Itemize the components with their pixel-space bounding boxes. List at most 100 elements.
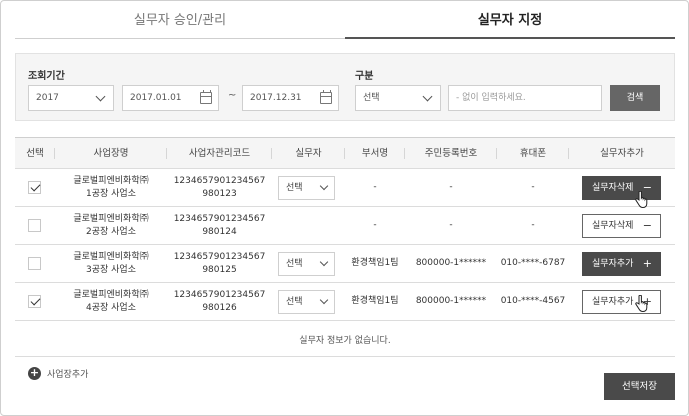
- code-sub: 980124: [202, 226, 237, 237]
- phone-cell: 010-****-4567: [500, 296, 566, 306]
- col-code: 사업자관리코드: [167, 138, 272, 169]
- site-branch: 2공장 사업소: [86, 226, 136, 237]
- site-name-cell: 글로벌피엔비화학㈜ 4공장 사업소: [55, 283, 167, 320]
- add-site-link[interactable]: + 사업장추가: [28, 366, 88, 380]
- category-select[interactable]: 선택: [355, 85, 441, 111]
- date-from-field[interactable]: 2017.01.01: [122, 85, 219, 111]
- site-name-cell: 글로벌피엔비화학㈜ 3공장 사업소: [55, 245, 167, 282]
- calendar-icon[interactable]: [320, 90, 332, 104]
- code-cell: 1234657901234567 980124: [167, 207, 272, 244]
- code-main: 1234657901234567: [173, 251, 266, 262]
- date-to-field[interactable]: 2017.12.31: [242, 85, 339, 111]
- code-sub: 980126: [202, 302, 237, 313]
- code-sub: 980123: [202, 188, 237, 199]
- tab-worker-assign[interactable]: 실무자 지정: [345, 1, 675, 39]
- site-branch: 4공장 사업소: [86, 302, 136, 313]
- code-main: 1234657901234567: [173, 289, 266, 300]
- dialog-frame: 실무자 승인/관리 실무자 지정 조회기간 2017 2017.01.01 ~ …: [0, 0, 689, 416]
- col-select: 선택: [15, 138, 55, 169]
- worker-select[interactable]: 선택: [278, 290, 335, 314]
- col-dept: 부서명: [345, 138, 405, 169]
- remove-worker-button[interactable]: 실무자삭제 −: [582, 176, 661, 200]
- chevron-down-icon: [422, 91, 433, 102]
- phone-cell: -: [531, 182, 535, 192]
- site-branch: 3공장 사업소: [86, 264, 136, 275]
- chevron-down-icon: [95, 91, 106, 102]
- row-checkbox[interactable]: [28, 295, 41, 308]
- keyword-placeholder: - 없이 입력하세요.: [456, 93, 526, 103]
- minus-icon: −: [642, 219, 652, 232]
- code-cell: 1234657901234567 980123: [167, 169, 272, 206]
- add-worker-button[interactable]: 실무자추가 +: [582, 252, 661, 276]
- save-selection-button[interactable]: 선택저장: [604, 373, 675, 400]
- dept-cell: -: [373, 220, 377, 230]
- worker-select-value: 선택: [286, 183, 303, 193]
- site-name: 글로벌피엔비화학㈜: [73, 289, 149, 300]
- dept-cell: -: [373, 182, 377, 192]
- action-label: 실무자추가: [592, 259, 634, 269]
- date-from-value: 2017.01.01: [130, 93, 182, 103]
- chevron-down-icon: [319, 181, 329, 191]
- rrn-cell: 800000-1******: [415, 296, 487, 306]
- row-checkbox[interactable]: [28, 257, 41, 270]
- date-to-value: 2017.12.31: [250, 93, 302, 103]
- chevron-down-icon: [319, 295, 329, 305]
- worker-select-value: 선택: [286, 259, 303, 269]
- dept-cell: 환경책임1팀: [351, 296, 399, 306]
- col-add-worker: 실무자추가: [600, 148, 644, 159]
- rrn-cell: -: [449, 220, 453, 230]
- category-value: 선택: [363, 93, 380, 103]
- calendar-icon[interactable]: [200, 90, 212, 104]
- table-row: 글로벌피엔비화학㈜ 1공장 사업소 1234657901234567 98012…: [15, 169, 675, 209]
- col-site-name: 사업장명: [55, 138, 167, 169]
- year-select[interactable]: 2017: [28, 85, 114, 111]
- rrn-cell: 800000-1******: [415, 258, 487, 268]
- phone-cell: -: [531, 220, 535, 230]
- table-row: 글로벌피엔비화학㈜ 4공장 사업소 1234657901234567 98012…: [15, 283, 675, 321]
- phone-cell: 010-****-6787: [500, 258, 566, 268]
- tab-worker-approval[interactable]: 실무자 승인/관리: [15, 1, 345, 39]
- chevron-down-icon: [319, 257, 329, 267]
- worker-select[interactable]: 선택: [278, 252, 335, 276]
- dept-cell: 환경책임1팀: [351, 258, 399, 268]
- site-name: 글로벌피엔비화학㈜: [73, 251, 149, 262]
- code-cell: 1234657901234567 980126: [167, 283, 272, 320]
- add-site-label: 사업장추가: [47, 369, 89, 380]
- site-branch: 1공장 사업소: [86, 188, 136, 199]
- worker-select[interactable]: 선택: [278, 176, 335, 200]
- site-name: 글로벌피엔비화학㈜: [73, 213, 149, 224]
- action-label: 실무자삭제: [592, 221, 634, 231]
- hand-cursor-icon: [635, 295, 648, 313]
- period-label: 조회기간: [28, 71, 65, 82]
- remove-worker-button[interactable]: 실무자삭제 −: [582, 214, 661, 238]
- date-separator: ~: [228, 90, 237, 101]
- rrn-cell: -: [449, 182, 453, 192]
- col-rrn: 주민등록번호: [405, 138, 497, 169]
- plus-icon: +: [642, 257, 652, 270]
- row-checkbox[interactable]: [28, 181, 41, 194]
- worker-select-value: 선택: [286, 297, 303, 307]
- site-name-cell: 글로벌피엔비화학㈜ 2공장 사업소: [55, 207, 167, 244]
- col-phone: 휴대폰: [497, 138, 569, 169]
- year-value: 2017: [36, 93, 59, 103]
- code-cell: 1234657901234567 980125: [167, 245, 272, 282]
- plus-circle-icon: +: [28, 365, 41, 380]
- keyword-input[interactable]: - 없이 입력하세요.: [448, 85, 602, 111]
- action-label: 실무자삭제: [592, 183, 634, 193]
- category-label: 구분: [355, 71, 374, 82]
- col-worker: 실무자: [272, 138, 345, 169]
- empty-message: 실무자 정보가 없습니다.: [299, 336, 391, 346]
- table-row: 글로벌피엔비화학㈜ 2공장 사업소 1234657901234567 98012…: [15, 207, 675, 245]
- row-checkbox[interactable]: [28, 219, 41, 232]
- add-worker-button[interactable]: 실무자추가 +: [582, 290, 661, 314]
- code-main: 1234657901234567: [173, 213, 266, 224]
- site-name: 글로벌피엔비화학㈜: [73, 175, 149, 186]
- divider: [15, 356, 675, 357]
- table-row: 글로벌피엔비화학㈜ 3공장 사업소 1234657901234567 98012…: [15, 245, 675, 283]
- table-header: 선택 사업장명 사업자관리코드 실무자 부서명 주민등록번호 휴대폰 실무자추가: [15, 137, 675, 169]
- filter-panel: 조회기간 2017 2017.01.01 ~ 2017.12.31 구분 선택 …: [15, 53, 675, 121]
- search-button[interactable]: 검색: [610, 85, 660, 111]
- tab-bar: 실무자 승인/관리 실무자 지정: [15, 1, 675, 39]
- site-name-cell: 글로벌피엔비화학㈜ 1공장 사업소: [55, 169, 167, 206]
- action-label: 실무자추가: [592, 297, 634, 307]
